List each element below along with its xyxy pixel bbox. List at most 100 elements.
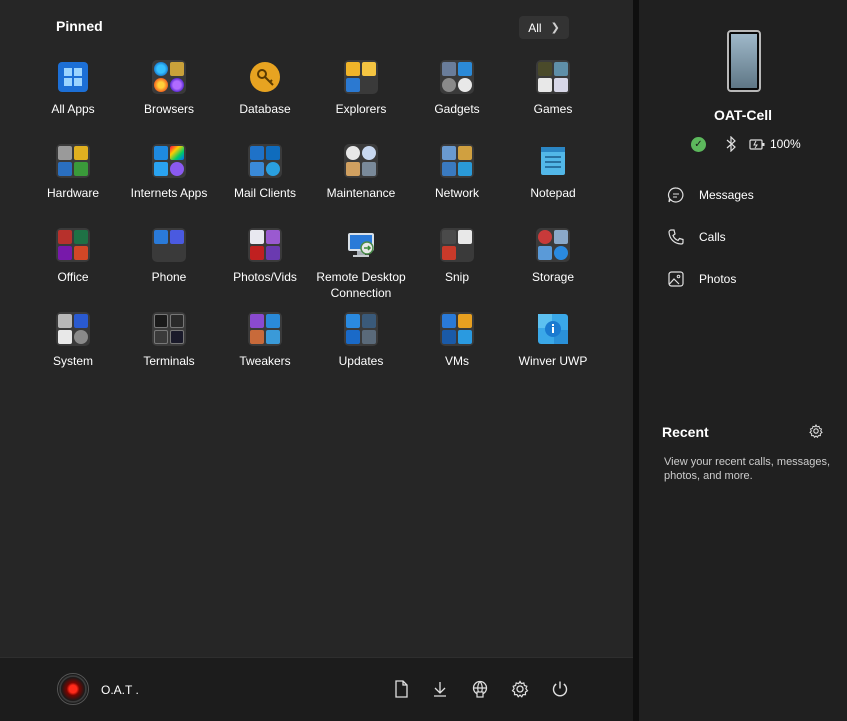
recent-description: View your recent calls, messages, photos…: [664, 456, 831, 482]
tile-label: Storage: [531, 270, 575, 284]
settings-gear-icon[interactable]: [511, 680, 529, 698]
winver-info-icon: [536, 312, 570, 346]
all-apps-label: All: [528, 20, 542, 35]
pinned-tile-hardware[interactable]: Hardware: [25, 140, 121, 224]
side-item-photos[interactable]: Photos: [667, 269, 736, 289]
pinned-tile-network[interactable]: Network: [409, 140, 505, 224]
pinned-tile-games[interactable]: Games: [505, 56, 601, 140]
tile-label: Photos/Vids: [233, 270, 297, 284]
chevron-right-icon: ❯: [550, 22, 560, 34]
tile-label: Browsers: [143, 102, 194, 116]
tile-label: System: [52, 354, 93, 368]
user-name[interactable]: O.A.T .: [101, 683, 139, 697]
network-globe-icon[interactable]: [471, 680, 489, 698]
tile-label: Updates: [338, 354, 384, 368]
remote-desktop-icon: [344, 228, 378, 262]
pinned-tile-phone[interactable]: Phone: [121, 224, 217, 308]
tile-label: Remote Desktop Connection: [316, 270, 406, 300]
maintenance-folder-icon: [344, 144, 378, 178]
photos-folder-icon: [248, 228, 282, 262]
hardware-folder-icon: [56, 144, 90, 178]
tile-label: Mail Clients: [233, 186, 296, 200]
mail-clients-folder-icon: [248, 144, 282, 178]
battery-charging-icon: [749, 139, 765, 150]
pinned-tile-storage[interactable]: Storage: [505, 224, 601, 308]
pinned-title: Pinned: [56, 18, 103, 34]
pinned-tile-snip[interactable]: Snip: [409, 224, 505, 308]
browsers-folder-icon: [152, 60, 186, 94]
pinned-tile-system[interactable]: System: [25, 308, 121, 392]
phone-folder-icon: [152, 228, 186, 262]
recent-settings-gear-icon[interactable]: [809, 424, 823, 438]
tile-label: Maintenance: [326, 186, 396, 200]
windows-logo-icon: [56, 60, 90, 94]
recent-title: Recent: [662, 424, 709, 440]
pinned-tile-updates[interactable]: Updates: [313, 308, 409, 392]
pinned-tile-remote-desktop[interactable]: Remote Desktop Connection: [313, 224, 409, 308]
photo-icon: [668, 271, 684, 287]
pinned-tile-terminals[interactable]: Terminals: [121, 308, 217, 392]
tile-label: All Apps: [51, 102, 95, 116]
pinned-tile-browsers[interactable]: Browsers: [121, 56, 217, 140]
tile-label: Office: [57, 270, 89, 284]
bluetooth-icon: [726, 136, 736, 152]
downloads-icon[interactable]: [431, 680, 449, 698]
pinned-tile-notepad[interactable]: Notepad: [505, 140, 601, 224]
side-item-messages[interactable]: Messages: [667, 185, 754, 205]
tile-label: Network: [434, 186, 479, 200]
tile-label: Games: [533, 102, 573, 116]
system-folder-icon: [56, 312, 90, 346]
explorers-folder-icon: [344, 60, 378, 94]
pinned-tile-internets-apps[interactable]: Internets Apps: [121, 140, 217, 224]
phone-device-image[interactable]: [727, 30, 761, 92]
power-icon[interactable]: [551, 680, 569, 698]
user-avatar[interactable]: [57, 673, 89, 705]
pinned-grid: All Apps Browsers Database Explorers Gad…: [25, 56, 601, 392]
phone-icon: [668, 229, 684, 245]
pinned-tile-winver-uwp[interactable]: Winver UWP: [505, 308, 601, 392]
internet-apps-folder-icon: [152, 144, 186, 178]
network-folder-icon: [440, 144, 474, 178]
pinned-tile-database[interactable]: Database: [217, 56, 313, 140]
pinned-tile-office[interactable]: Office: [25, 224, 121, 308]
tile-label: Notepad: [530, 186, 576, 200]
tile-label: Gadgets: [434, 102, 480, 116]
tile-label: VMs: [445, 354, 469, 368]
device-status-row: ✓ 100%: [691, 136, 801, 152]
tile-label: Hardware: [46, 186, 100, 200]
pinned-tile-maintenance[interactable]: Maintenance: [313, 140, 409, 224]
pinned-tile-vms[interactable]: VMs: [409, 308, 505, 392]
gadgets-folder-icon: [440, 60, 474, 94]
tile-label: Explorers: [335, 102, 387, 116]
start-menu-panel: Pinned All ❯ All Apps Browsers Database …: [0, 0, 633, 721]
snip-folder-icon: [440, 228, 474, 262]
side-item-label: Messages: [699, 188, 754, 202]
tile-label: Tweakers: [239, 354, 291, 368]
side-item-label: Photos: [699, 272, 737, 286]
device-name: OAT-Cell: [713, 107, 773, 123]
tile-label: Snip: [444, 270, 470, 284]
battery-level: 100%: [770, 137, 801, 151]
pinned-tile-tweakers[interactable]: Tweakers: [217, 308, 313, 392]
tile-label: Database: [239, 102, 291, 116]
notepad-icon: [536, 144, 570, 178]
phone-link-panel: OAT-Cell ✓ 100% Messages Calls Photos Re…: [639, 0, 847, 721]
pinned-tile-all-apps[interactable]: All Apps: [25, 56, 121, 140]
tile-label: Internets Apps: [130, 186, 208, 200]
tweakers-folder-icon: [248, 312, 282, 346]
pinned-tile-explorers[interactable]: Explorers: [313, 56, 409, 140]
storage-folder-icon: [536, 228, 570, 262]
pinned-tile-photos-vids[interactable]: Photos/Vids: [217, 224, 313, 308]
tile-label: Phone: [151, 270, 187, 284]
start-bottom-bar: O.A.T .: [0, 657, 633, 721]
pinned-tile-mail-clients[interactable]: Mail Clients: [217, 140, 313, 224]
all-apps-button[interactable]: All ❯: [519, 16, 569, 39]
documents-icon[interactable]: [392, 680, 410, 698]
games-folder-icon: [536, 60, 570, 94]
connected-check-icon: ✓: [691, 136, 706, 152]
key-icon: [248, 60, 282, 94]
pinned-tile-gadgets[interactable]: Gadgets: [409, 56, 505, 140]
tile-label: Winver UWP: [518, 354, 588, 368]
side-item-label: Calls: [699, 230, 726, 244]
side-item-calls[interactable]: Calls: [667, 227, 726, 247]
